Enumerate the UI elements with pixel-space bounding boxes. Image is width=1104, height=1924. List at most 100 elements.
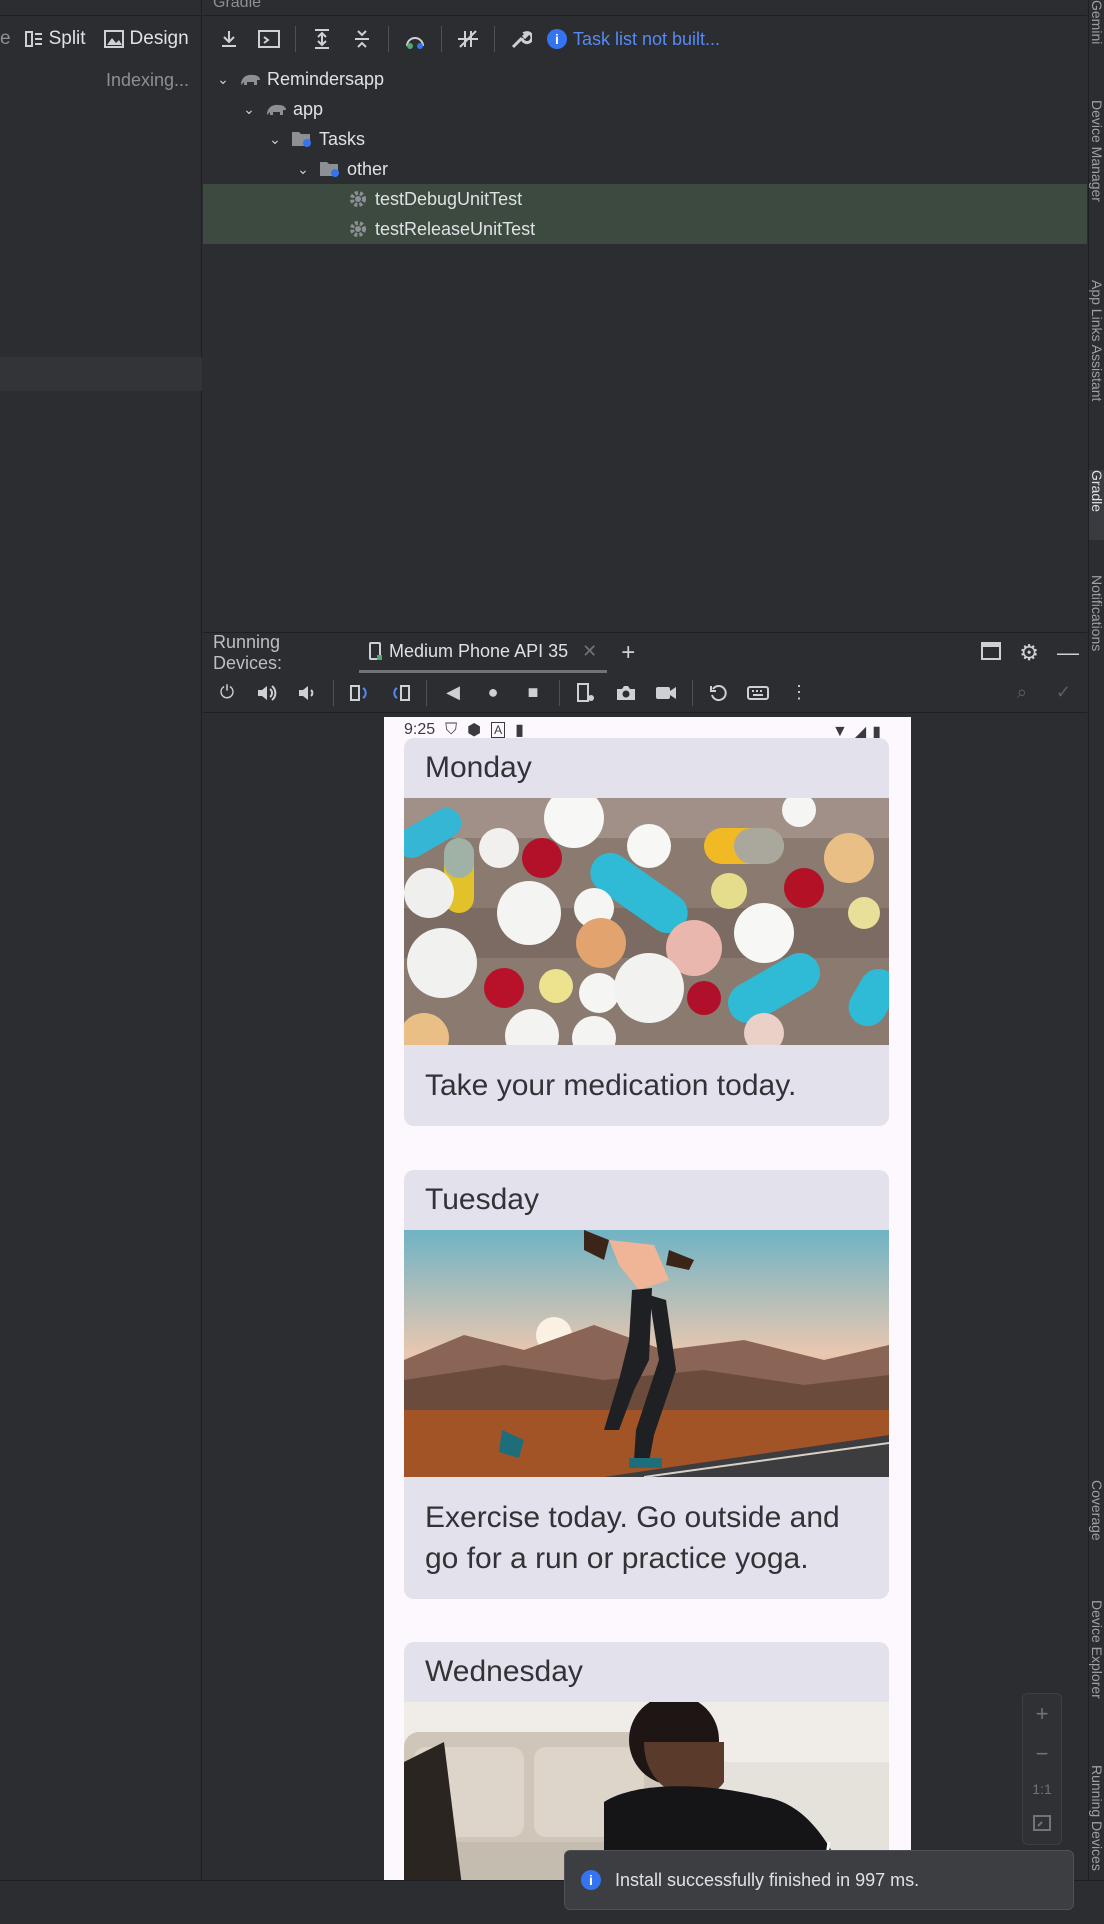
card-day: Monday [425,751,532,784]
tree-label: testDebugUnitTest [375,188,523,209]
tool-window-device-explorer[interactable]: Device Explorer [1089,1600,1104,1735]
run-task-icon[interactable] [255,25,283,53]
split-label: Split [48,28,86,49]
sd-card-icon: ▮ [515,722,524,739]
reminder-card[interactable]: Monday Take your medication today. [404,738,889,1126]
download-icon[interactable] [215,25,243,53]
rotate-right-icon[interactable] [386,679,414,707]
tree-node-test-release[interactable]: testReleaseUnitTest [203,214,1087,244]
split-button[interactable]: Split [24,28,86,50]
more-options-icon[interactable]: ⋮ [785,679,813,707]
window-options-icon[interactable] [981,641,1002,665]
tool-window-app-links[interactable]: App Links Assistant [1089,280,1104,440]
install-notification[interactable]: i Install successfully finished in 997 m… [564,1850,1074,1910]
elephant-icon [265,98,287,120]
task-list-status[interactable]: i Task list not built... [547,29,720,50]
tree-node-other[interactable]: ⌄ other [203,154,1087,184]
device-screen[interactable]: 9:25 ⛉ ⬢ A ▮ ▼ ◢ ▮ Monday Take your medi… [384,717,911,1881]
volume-up-icon[interactable] [253,679,281,707]
tree-node-test-debug[interactable]: testDebugUnitTest [203,184,1087,214]
minimize-icon[interactable]: — [1057,640,1079,666]
chevron-down-icon[interactable]: ⌄ [215,71,231,88]
editor-view-toolbar: e Split Design [0,18,202,60]
split-icon [24,31,42,47]
tool-window-device-manager[interactable]: Device Manager [1089,100,1104,240]
card-day: Wednesday [425,1655,583,1688]
elephant-icon [239,68,261,90]
dependency-analyzer-icon[interactable] [401,25,429,53]
zoom-one-to-one-button[interactable]: 1:1 [1032,1781,1051,1797]
toolbar-separator [494,26,495,52]
gradle-toolbar: i Task list not built... [203,18,1087,60]
editor-pane: e Split Design Indexing... [0,0,202,1880]
toolbar-separator [333,679,334,706]
zoom-controls: + − 1:1 [1022,1693,1062,1845]
running-devices-tabbar: Running Devices: Medium Phone API 35 ✕ +… [203,632,1087,673]
toolbar-separator [295,26,296,52]
gear-icon[interactable]: ⚙ [1019,640,1039,666]
info-icon: i [581,1870,601,1890]
expand-all-icon[interactable] [308,25,336,53]
toolbar-separator [426,679,427,706]
design-button[interactable]: Design [103,28,189,50]
tree-node-project[interactable]: ⌄ Remindersapp [203,64,1087,94]
editor-tabbar [0,0,202,16]
gradle-panel-title: Gradle [203,0,1087,16]
camera-icon[interactable] [612,679,640,707]
snapshot-icon[interactable] [705,679,733,707]
reminder-card[interactable]: Tuesday Exercise today. Go outside and g… [404,1170,889,1599]
toolbar-separator [388,26,389,52]
tree-label: app [293,98,324,119]
image-icon [103,30,124,48]
home-icon[interactable]: ● [479,679,507,707]
zoom-out-icon[interactable]: − [1036,1741,1049,1767]
device-tab[interactable]: Medium Phone API 35 ✕ [359,633,608,673]
tool-window-notifications[interactable]: Notifications [1089,575,1104,685]
offline-mode-icon[interactable] [454,25,482,53]
info-icon: i [547,29,567,49]
device-tab-label: Medium Phone API 35 [389,641,569,661]
zoom-in-icon[interactable]: + [1036,1701,1049,1727]
toolbar-separator [692,679,693,706]
volume-down-icon[interactable] [293,679,321,707]
tree-node-module[interactable]: ⌄ app [203,94,1087,124]
tool-window-coverage[interactable]: Coverage [1089,1480,1104,1570]
tree-label: Remindersapp [267,68,385,89]
shield-icon: ⛉ [445,721,458,738]
chevron-down-icon[interactable]: ⌄ [241,101,257,118]
tree-node-tasks[interactable]: ⌄ Tasks [203,124,1087,154]
gradle-panel: Gradle i Task list not built... ⌄ Remind… [203,0,1087,632]
reminder-card[interactable]: Wednesday [404,1642,889,1881]
design-label: Design [129,28,189,49]
running-devices-panel: Running Devices: Medium Phone API 35 ✕ +… [203,632,1087,1881]
folder-gear-icon [319,158,341,180]
close-tab-icon[interactable]: ✕ [582,641,597,662]
device-settings-icon[interactable] [572,679,600,707]
gear-icon [347,218,369,240]
task-status-label: Task list not built... [573,28,721,49]
toolbar-separator [559,679,560,706]
tree-label: other [347,158,389,179]
add-device-icon[interactable]: + [621,639,635,667]
editor-highlight-line [0,357,202,391]
card-text: Exercise today. Go outside and go for a … [425,1501,840,1575]
back-icon[interactable]: ◀ [439,679,467,707]
fit-screen-icon[interactable] [1033,1811,1051,1837]
overview-icon[interactable]: ■ [519,679,547,707]
check-icon[interactable]: ✓ [1056,682,1071,703]
right-tool-stripe: Gemini Device Manager App Links Assistan… [1088,0,1104,1924]
rotate-left-icon[interactable] [346,679,374,707]
tool-window-gradle[interactable]: Gradle [1089,470,1104,540]
chevron-down-icon[interactable]: ⌄ [295,161,311,178]
keyboard-icon[interactable] [745,679,773,707]
collapse-all-icon[interactable] [348,25,376,53]
gear-icon [347,188,369,210]
screen-zoom-icon[interactable]: ⌕ [1017,682,1027,703]
wrench-icon[interactable] [507,25,535,53]
status-time: 9:25 [404,721,436,738]
code-mode-button[interactable]: e [0,28,11,50]
video-icon[interactable] [652,679,680,707]
chevron-down-icon[interactable]: ⌄ [267,131,283,148]
tool-window-gemini[interactable]: Gemini [1089,0,1104,70]
power-icon[interactable]: ⏻ [213,679,241,707]
